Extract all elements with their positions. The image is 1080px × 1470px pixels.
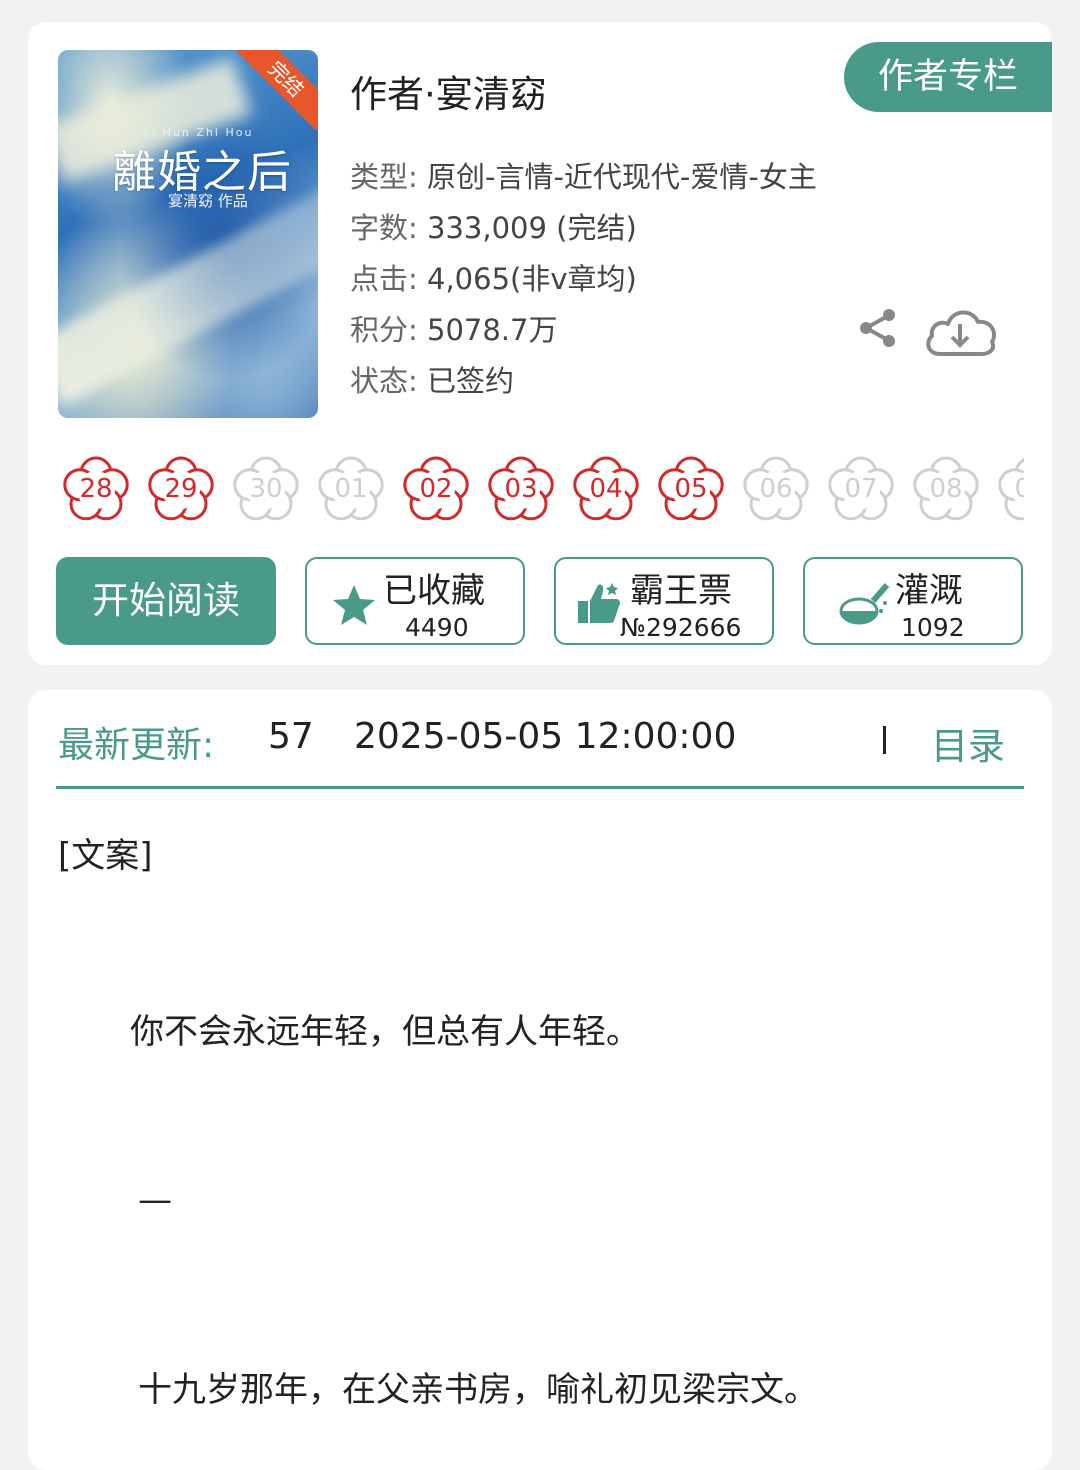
meta-type: 类型: 原创-言情-近代现代-爱情-女主 [350,160,817,194]
synopsis-heading: [文案] [58,836,153,876]
flower-day-label: 30 [249,474,283,504]
flask-icon [839,579,891,629]
meta-words: 字数: 333,009 (完结) [350,211,637,245]
thumbs-up-icon [576,581,622,629]
flower-day-label: 09 [1014,474,1024,504]
water-count: 1092 [901,613,965,642]
flower-day-badge: 09 [995,454,1024,524]
start-reading-button[interactable]: 开始阅读 [56,557,276,645]
flower-day-badge: 28 [60,454,132,524]
latest-update-time: 2025-05-05 12:00:00 [354,716,737,757]
flower-day-label: 01 [334,474,368,504]
table-of-contents-link[interactable]: 目录 [931,716,1005,770]
flower-day-badge: 07 [825,454,897,524]
synopsis-line: 十九岁那年，在父亲书房，喻礼初见梁宗文。 [138,1370,818,1410]
synopsis-line: — [138,1180,172,1220]
latest-update-label: 最新更新: [58,725,215,766]
latest-chapter[interactable]: 57 [268,716,314,757]
flower-day-badge: 01 [315,454,387,524]
star-icon [331,583,377,631]
header-rule [56,786,1024,789]
collect-button[interactable]: 已收藏 4490 [305,557,525,645]
synopsis-card: 最新更新: 57 2025-05-05 12:00:00 目录 [文案] 你不会… [28,690,1052,1470]
meta-state: 状态: 已签约 [350,364,515,398]
flower-day-badge: 06 [740,454,812,524]
share-icon[interactable] [856,306,900,350]
water-button[interactable]: 灌溉 1092 [803,557,1023,645]
flower-day-badge: 02 [400,454,472,524]
flower-day-badge: 05 [655,454,727,524]
cloud-download-icon[interactable] [922,302,1000,360]
author-column-button[interactable]: 作者专栏 [844,42,1052,112]
cover-author: 宴清窈 作品 [168,192,248,210]
meta-clicks: 点击: 4,065(非v章均) [350,262,637,296]
flower-day-badge: 04 [570,454,642,524]
flower-day-label: 04 [589,474,623,504]
flower-day-badge: 29 [145,454,217,524]
vote-label: 霸王票 [630,571,732,611]
vote-count: №292666 [620,613,742,642]
meta-points: 积分: 5078.7万 [350,313,558,347]
flower-day-label: 08 [929,474,963,504]
flower-day-label: 03 [504,474,538,504]
flower-day-label: 07 [844,474,878,504]
flower-day-label: 02 [419,474,453,504]
water-label: 灌溉 [895,571,963,611]
flower-day-badge: 08 [910,454,982,524]
daily-update-calendar: 28 29 30 01 02 03 04 05 06 07 08 09 [60,454,1024,524]
flower-day-label: 05 [674,474,708,504]
flower-day-badge: 03 [485,454,557,524]
flower-day-label: 06 [759,474,793,504]
flower-day-badge: 30 [230,454,302,524]
flower-day-label: 28 [79,474,113,504]
flower-day-label: 29 [164,474,198,504]
divider [883,726,886,754]
collect-count: 4490 [405,613,469,642]
book-info-card: Li Hun Zhi Hou 離婚之后 宴清窈 作品 完结 作者·宴清窈 作者专… [28,22,1052,665]
synopsis-line: 你不会永远年轻，但总有人年轻。 [130,1012,640,1052]
collect-label: 已收藏 [383,571,485,611]
status-ribbon: 完结 [238,50,318,130]
author-name[interactable]: 作者·宴清窈 [350,64,547,118]
vote-button[interactable]: 霸王票 №292666 [554,557,774,645]
book-cover[interactable]: Li Hun Zhi Hou 離婚之后 宴清窈 作品 完结 [58,50,318,418]
